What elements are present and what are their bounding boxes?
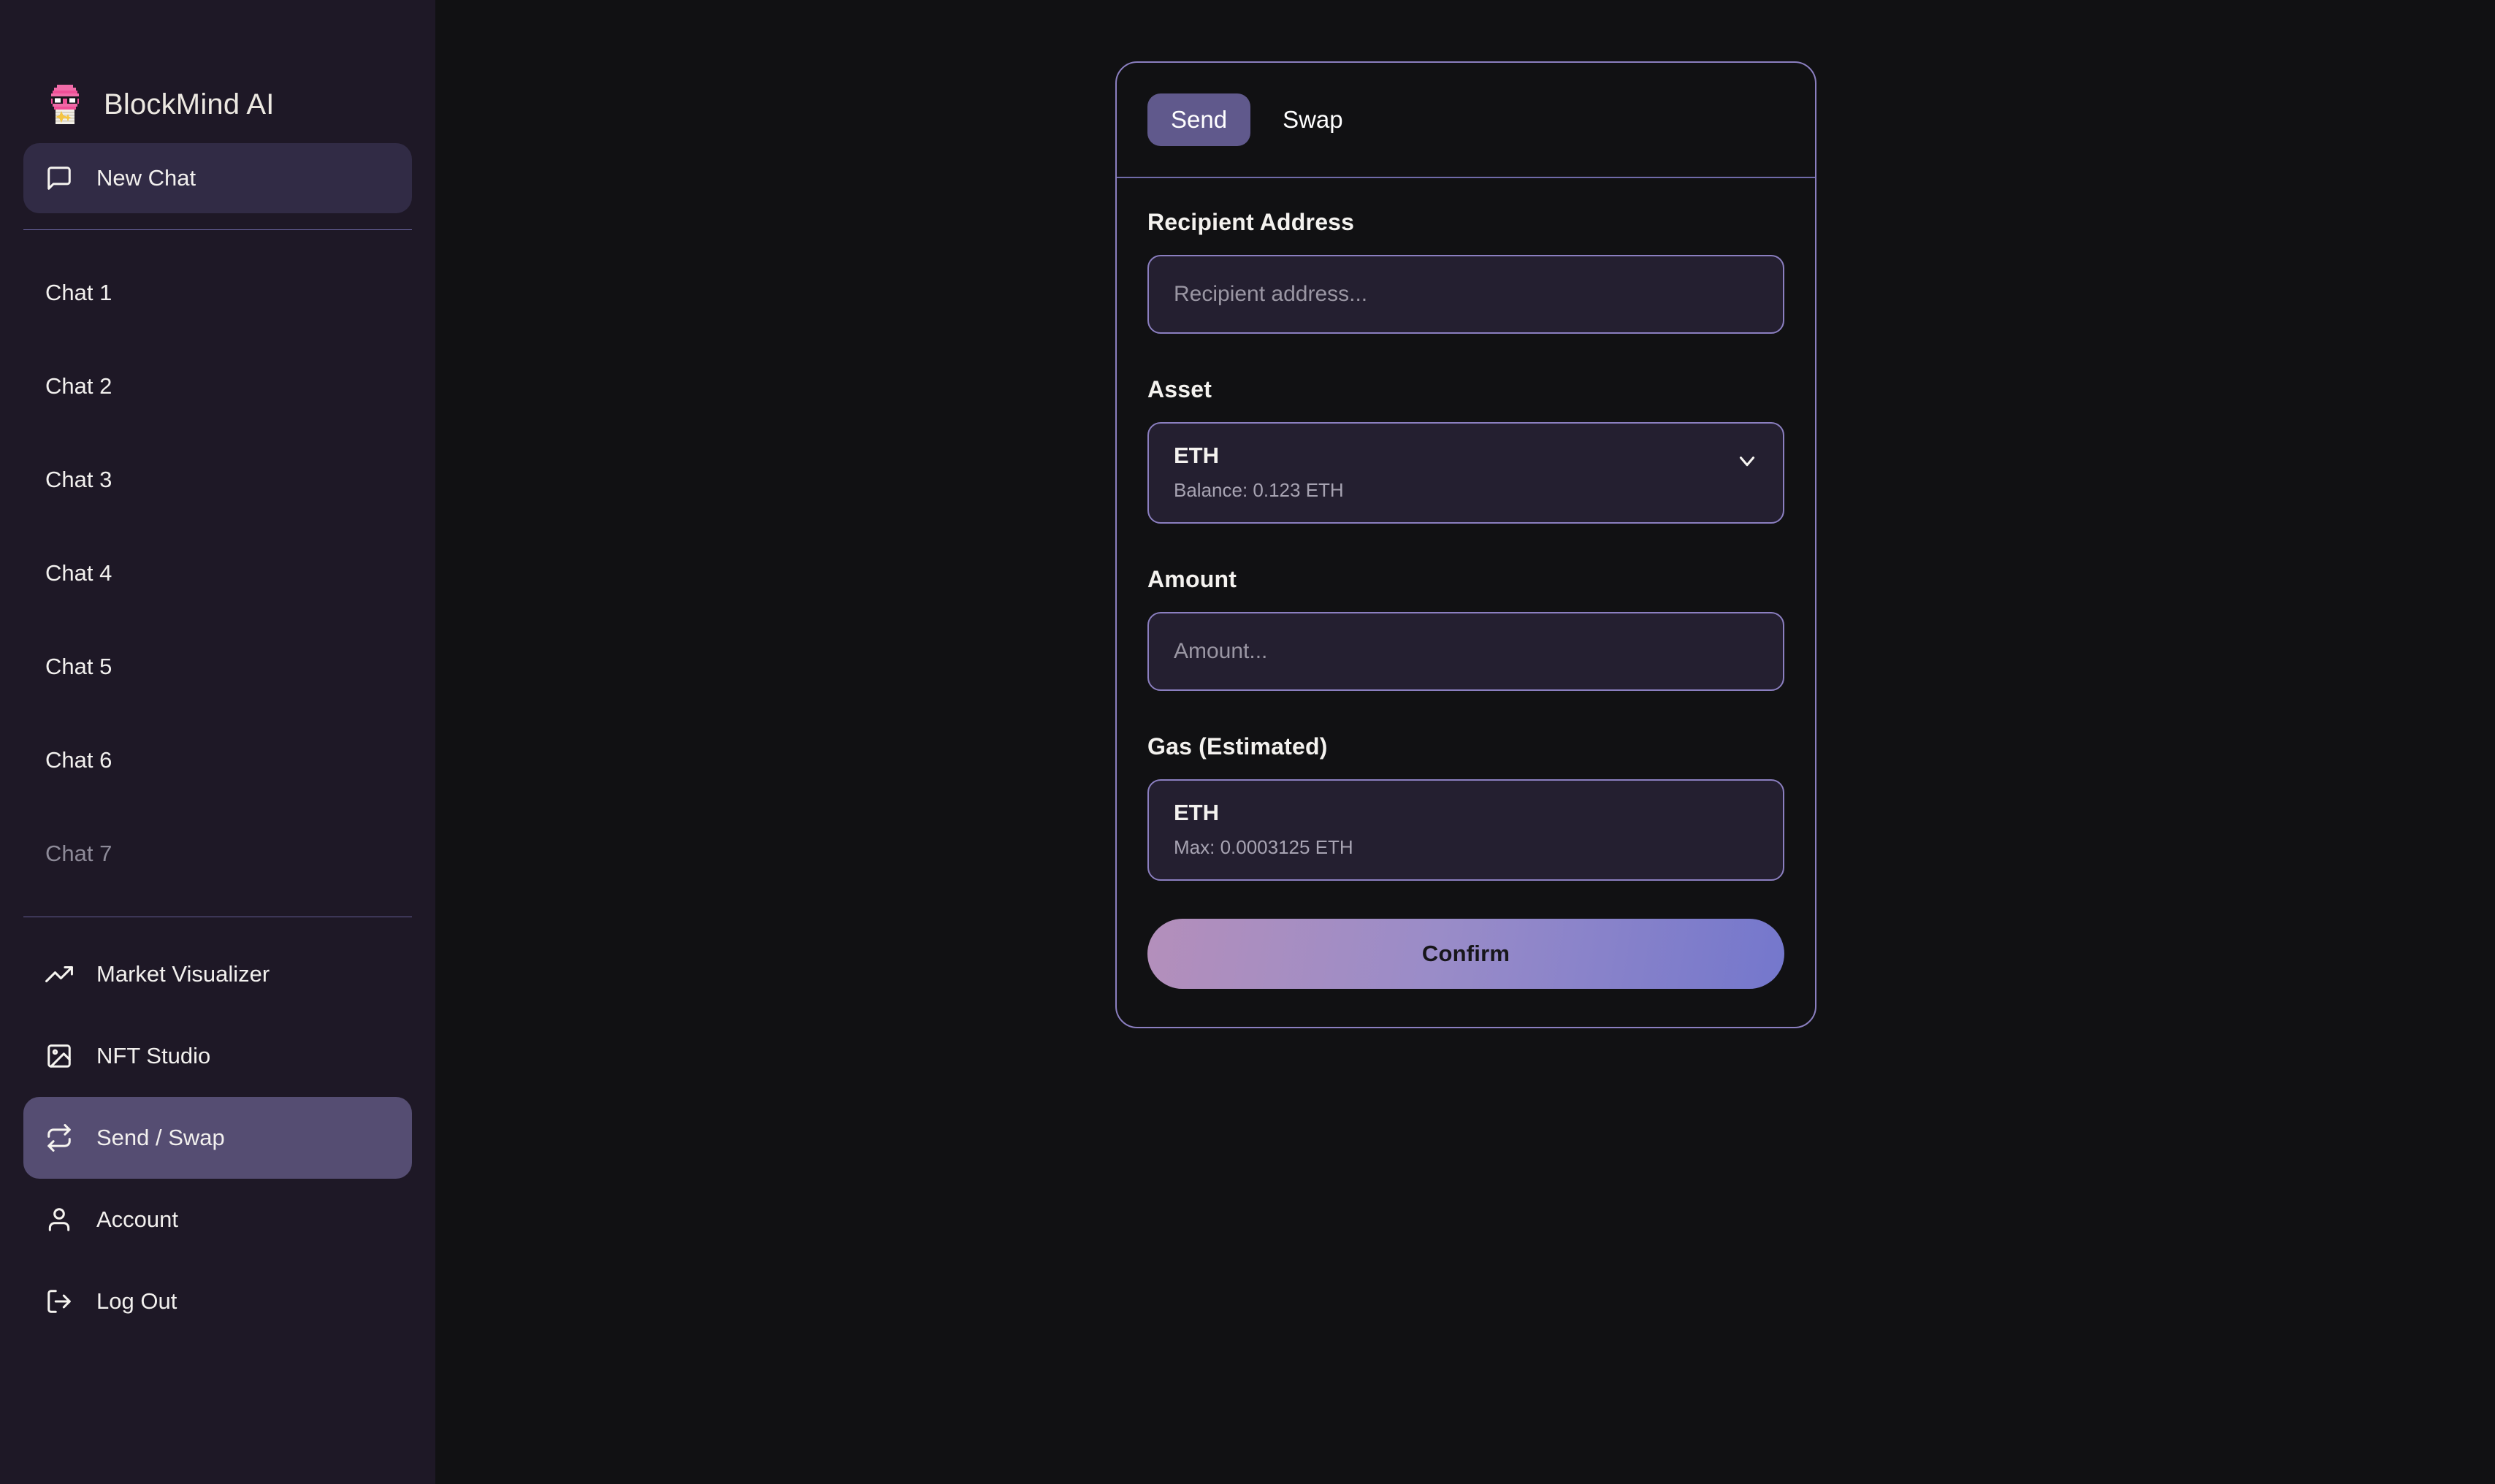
asset-select[interactable]: ETH Balance: 0.123 ETH: [1147, 422, 1784, 524]
sidebar-item-label: Log Out: [96, 1288, 177, 1314]
new-chat-block: New Chat: [0, 143, 435, 213]
chat-list-item[interactable]: Chat 1: [23, 246, 412, 340]
asset-balance: Balance: 0.123 ETH: [1174, 479, 1344, 501]
sidebar-item-label: NFT Studio: [96, 1043, 211, 1068]
chat-item-label: Chat 4: [45, 560, 112, 586]
brand-title: BlockMind AI: [104, 88, 275, 121]
chat-item-label: Chat 7: [45, 841, 112, 866]
sidebar-item-market-visualizer[interactable]: Market Visualizer: [23, 933, 412, 1015]
recipient-address-label: Recipient Address: [1147, 209, 1355, 235]
chat-list: Chat 1 Chat 2 Chat 3 Chat 4 Chat 5 Chat …: [0, 246, 435, 900]
send-swap-panel: Send Swap Recipient Address Asset ETH Ba…: [1115, 61, 1816, 1028]
message-square-icon: [45, 164, 73, 192]
chat-item-label: Chat 5: [45, 654, 112, 679]
image-icon: [45, 1042, 73, 1070]
chat-item-label: Chat 1: [45, 280, 112, 305]
asset-label: Asset: [1147, 376, 1212, 402]
gas-estimated-label: Gas (Estimated): [1147, 733, 1328, 760]
sidebar-item-account[interactable]: Account: [23, 1179, 412, 1261]
trending-up-icon: [45, 960, 73, 988]
panel-tabs: Send Swap: [1117, 63, 1815, 178]
pixel-brain-sunglasses-icon: [45, 83, 85, 126]
user-icon: [45, 1206, 73, 1234]
confirm-button[interactable]: Confirm: [1147, 919, 1784, 989]
chat-item-label: Chat 2: [45, 373, 112, 399]
sidebar-divider-top: [23, 229, 412, 230]
app-root: BlockMind AI New Chat Chat 1 Chat 2 Chat…: [0, 0, 2495, 1484]
brand: BlockMind AI: [0, 0, 435, 143]
chat-list-item[interactable]: Chat 7: [23, 807, 412, 900]
chat-list-item[interactable]: Chat 4: [23, 527, 412, 620]
asset-symbol: ETH: [1174, 443, 1219, 468]
sidebar-item-log-out[interactable]: Log Out: [23, 1261, 412, 1342]
gas-estimate-box: ETH Max: 0.0003125 ETH: [1147, 779, 1784, 881]
chat-list-item[interactable]: Chat 3: [23, 433, 412, 527]
chat-item-label: Chat 3: [45, 467, 112, 492]
tab-swap[interactable]: Swap: [1259, 93, 1367, 146]
sidebar: BlockMind AI New Chat Chat 1 Chat 2 Chat…: [0, 0, 435, 1484]
gas-symbol: ETH: [1174, 800, 1219, 825]
chat-list-item[interactable]: Chat 6: [23, 714, 412, 807]
repeat-swap-icon: [45, 1124, 73, 1152]
chat-list-item[interactable]: Chat 5: [23, 620, 412, 714]
sidebar-item-label: Account: [96, 1206, 179, 1232]
gas-max: Max: 0.0003125 ETH: [1174, 836, 1353, 858]
new-chat-button[interactable]: New Chat: [23, 143, 412, 213]
sidebar-item-nft-studio[interactable]: NFT Studio: [23, 1015, 412, 1097]
tab-send[interactable]: Send: [1147, 93, 1251, 146]
amount-input[interactable]: [1147, 612, 1784, 691]
chevron-down-icon[interactable]: [1735, 448, 1760, 473]
sidebar-item-label: Send / Swap: [96, 1125, 225, 1150]
chat-item-label: Chat 6: [45, 747, 112, 773]
panel-body: Recipient Address Asset ETH Balance: 0.1…: [1117, 178, 1815, 1027]
main-content: Send Swap Recipient Address Asset ETH Ba…: [435, 0, 2495, 1484]
new-chat-label: New Chat: [96, 165, 196, 191]
sidebar-item-label: Market Visualizer: [96, 961, 270, 987]
chat-list-item[interactable]: Chat 2: [23, 340, 412, 433]
tools-nav: Market Visualizer NFT Studio Send / Swap…: [0, 933, 435, 1342]
recipient-address-input[interactable]: [1147, 255, 1784, 334]
log-out-icon: [45, 1288, 73, 1315]
sidebar-item-send-swap[interactable]: Send / Swap: [23, 1097, 412, 1179]
amount-label: Amount: [1147, 566, 1237, 592]
